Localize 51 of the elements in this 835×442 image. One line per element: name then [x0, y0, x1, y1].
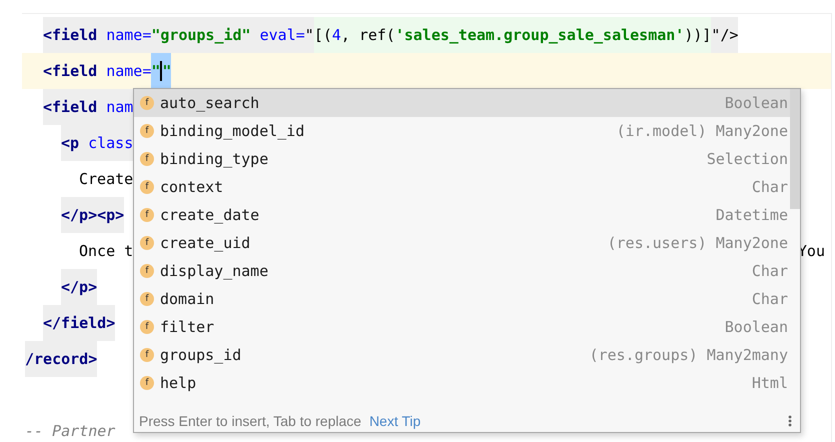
- more-icon[interactable]: [788, 414, 792, 426]
- completion-item[interactable]: f binding_type Selection: [134, 145, 800, 173]
- code-tag: <p: [61, 125, 80, 161]
- field-icon: f: [140, 264, 154, 278]
- selected-quote: ": [151, 53, 160, 89]
- completion-item[interactable]: f display_name Char: [134, 257, 800, 285]
- field-icon: f: [140, 236, 154, 250]
- code-expression: ))]: [684, 17, 712, 53]
- code-expression: , ref(: [341, 17, 396, 53]
- code-tag: <field: [43, 53, 98, 89]
- field-icon: f: [140, 208, 154, 222]
- completion-item[interactable]: f context Char: [134, 173, 800, 201]
- code-tag: </p>: [61, 269, 98, 305]
- selected-quote: ": [162, 53, 172, 89]
- completion-item[interactable]: f help Html: [134, 369, 800, 397]
- code-tag: </p><p>: [61, 197, 124, 233]
- code-text: Once t: [79, 241, 134, 262]
- code-attribute: nam: [97, 89, 134, 125]
- completion-item[interactable]: f create_date Datetime: [134, 201, 800, 229]
- field-icon: f: [140, 320, 154, 334]
- field-icon: f: [140, 376, 154, 390]
- field-icon: f: [140, 180, 154, 194]
- completion-item[interactable]: f groups_id (res.groups) Many2many: [134, 341, 800, 369]
- completion-item[interactable]: f filter Boolean: [134, 313, 800, 341]
- hint-text: Press Enter to insert, Tab to replace: [139, 412, 362, 428]
- code-comment: -- Partner: [25, 421, 116, 442]
- code-string: 'sales_team.group_sale_salesman': [395, 17, 684, 53]
- field-icon: f: [140, 348, 154, 362]
- code-tag: <field: [43, 89, 98, 125]
- field-icon: f: [140, 124, 154, 138]
- field-icon: f: [140, 96, 154, 110]
- code-punctuation: "/>: [711, 17, 738, 53]
- text-cursor: [160, 61, 162, 81]
- code-tag: </field>: [43, 305, 116, 341]
- code-text: Create: [79, 169, 134, 190]
- scrollbar-thumb[interactable]: [790, 89, 800, 209]
- code-string: "groups_id": [151, 17, 251, 53]
- completion-item[interactable]: f create_uid (res.users) Many2one: [134, 229, 800, 257]
- field-icon: f: [140, 152, 154, 166]
- next-tip-link[interactable]: Next Tip: [369, 412, 421, 428]
- code-number: 4: [332, 17, 342, 53]
- code-attribute: name=: [105, 61, 152, 82]
- code-attribute: eval=: [250, 17, 305, 53]
- code-tag: /record>: [25, 341, 98, 377]
- code-tag: <field: [43, 17, 98, 53]
- code-attribute: class: [79, 125, 134, 161]
- code-expression: [(: [314, 17, 332, 53]
- completion-item[interactable]: f domain Char: [134, 285, 800, 313]
- completion-item[interactable]: f binding_model_id (ir.model) Many2one: [134, 117, 800, 145]
- code-attribute: name=: [97, 17, 152, 53]
- field-icon: f: [140, 292, 154, 306]
